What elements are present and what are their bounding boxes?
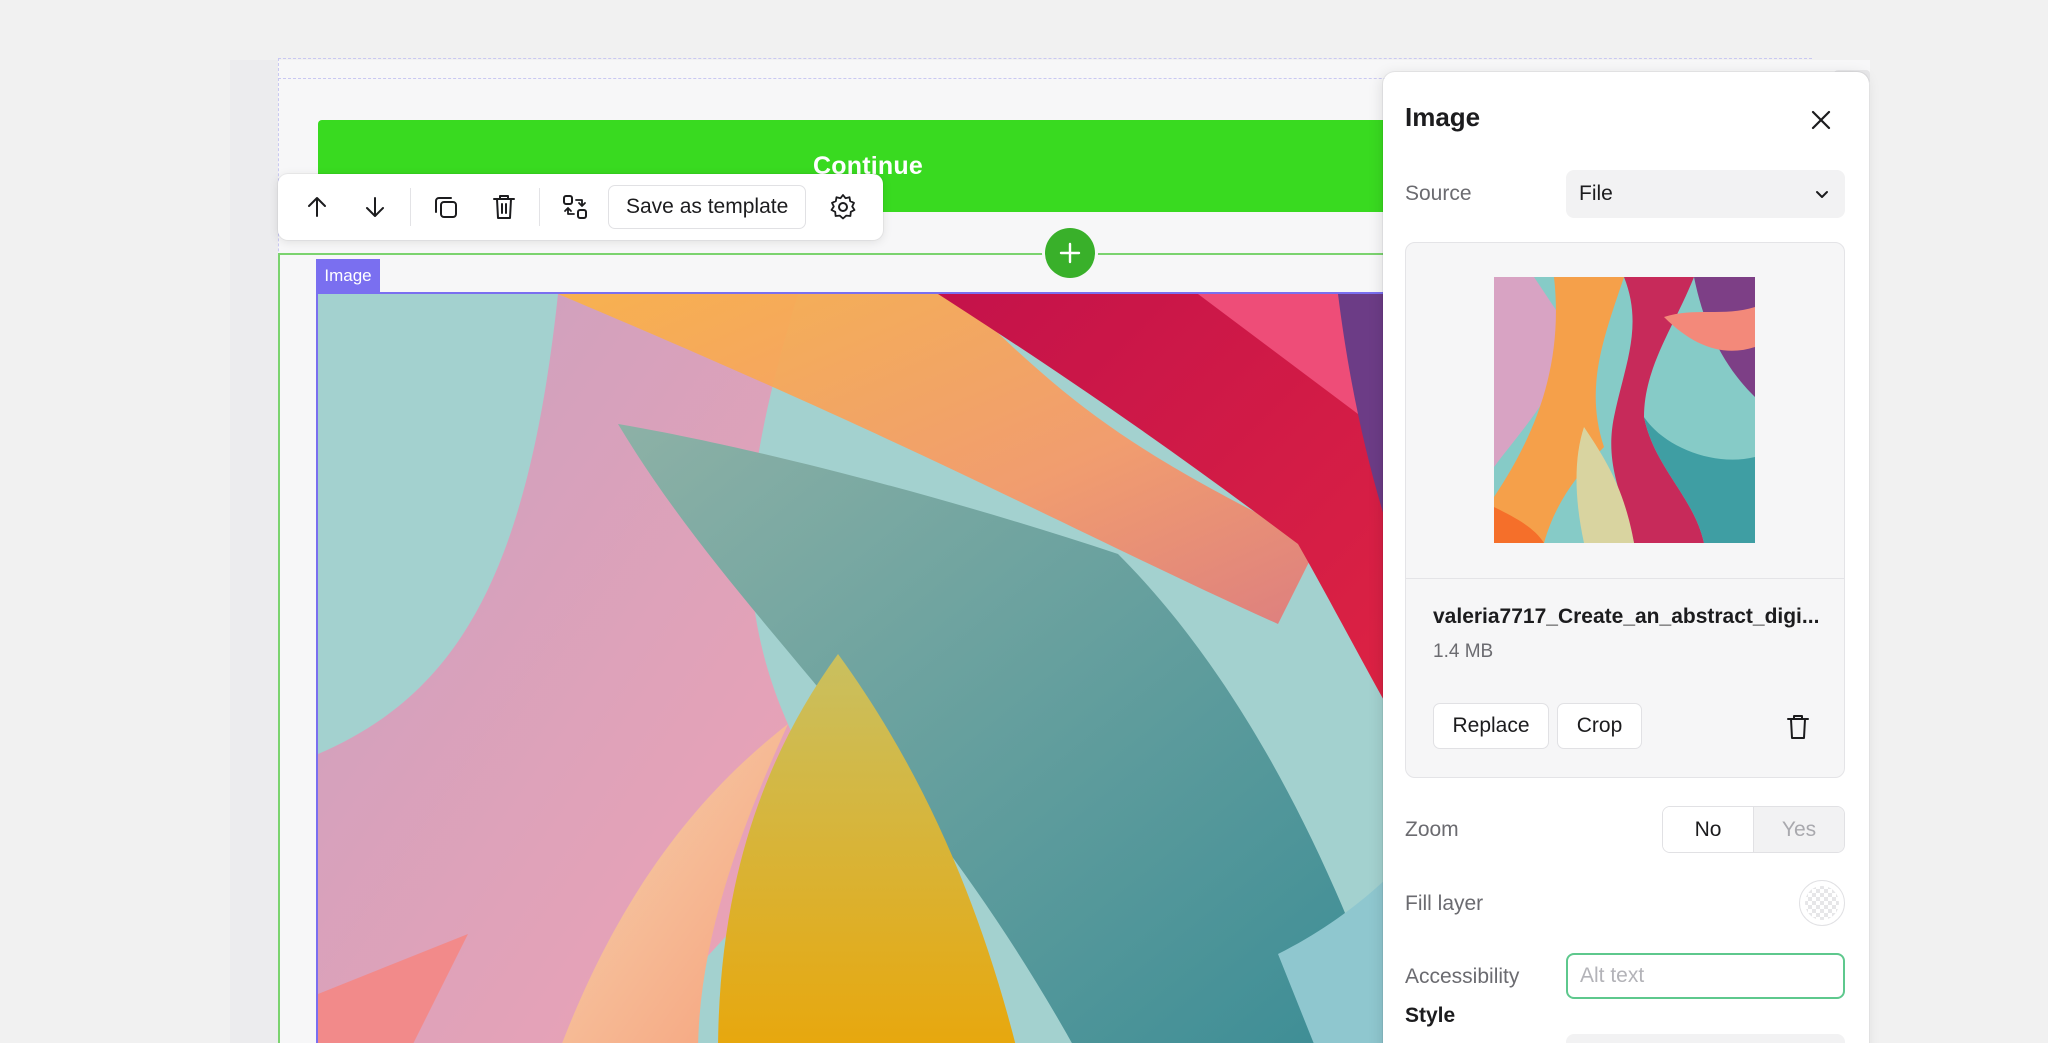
trash-icon bbox=[1787, 715, 1809, 739]
plus-icon bbox=[1059, 242, 1081, 264]
swap-icon bbox=[563, 195, 587, 219]
accessibility-label: Accessibility bbox=[1405, 965, 1520, 988]
toolbar-divider bbox=[539, 188, 540, 226]
zoom-option-yes[interactable]: Yes bbox=[1754, 807, 1844, 852]
gear-icon bbox=[830, 194, 856, 220]
arrow-up-icon bbox=[308, 197, 326, 217]
zoom-toggle: No Yes bbox=[1662, 806, 1845, 853]
fill-layer-swatch[interactable] bbox=[1799, 880, 1845, 926]
crop-button[interactable]: Crop bbox=[1557, 703, 1642, 749]
zoom-label: Zoom bbox=[1405, 818, 1459, 841]
swap-block-button[interactable] bbox=[550, 182, 600, 232]
alt-text-input[interactable] bbox=[1566, 953, 1845, 999]
file-name: valeria7717_Create_an_abstract_digi... bbox=[1433, 605, 1820, 628]
image-block-tag: Image bbox=[316, 259, 380, 293]
image-block[interactable] bbox=[316, 292, 1436, 1043]
toolbar-divider bbox=[410, 188, 411, 226]
file-size: 1.4 MB bbox=[1433, 641, 1494, 662]
remove-file-button[interactable] bbox=[1776, 705, 1820, 749]
zoom-option-no[interactable]: No bbox=[1663, 807, 1754, 852]
delete-block-button[interactable] bbox=[479, 182, 529, 232]
source-label: Source bbox=[1405, 182, 1472, 205]
duplicate-icon bbox=[435, 197, 457, 218]
source-select[interactable]: File bbox=[1566, 170, 1845, 218]
image-settings-panel: Image Source File valeria7717_Create_an_… bbox=[1383, 72, 1869, 1043]
trash-icon bbox=[493, 195, 515, 219]
duplicate-button[interactable] bbox=[421, 182, 471, 232]
fill-layer-label: Fill layer bbox=[1405, 892, 1484, 915]
chevron-down-icon bbox=[1816, 191, 1828, 198]
file-card: valeria7717_Create_an_abstract_digi... 1… bbox=[1405, 242, 1845, 778]
move-down-button[interactable] bbox=[350, 182, 400, 232]
replace-button[interactable]: Replace bbox=[1433, 703, 1549, 749]
block-settings-button[interactable] bbox=[818, 182, 868, 232]
block-toolbar: Save as template bbox=[278, 174, 883, 240]
arrow-down-icon bbox=[366, 197, 384, 217]
transparent-checker-icon bbox=[1805, 886, 1839, 920]
abstract-artwork bbox=[318, 294, 1436, 1043]
canvas-gutter bbox=[230, 60, 278, 1043]
add-block-button[interactable] bbox=[1045, 228, 1095, 278]
source-select-value: File bbox=[1579, 182, 1613, 205]
image-thumbnail bbox=[1494, 277, 1755, 543]
close-icon bbox=[1811, 110, 1831, 130]
panel-title: Image bbox=[1405, 102, 1481, 132]
save-as-template-button[interactable]: Save as template bbox=[608, 185, 807, 229]
close-panel-button[interactable] bbox=[1803, 102, 1839, 138]
move-up-button[interactable] bbox=[292, 182, 342, 232]
style-select[interactable] bbox=[1566, 1034, 1845, 1043]
style-section-label: Style bbox=[1405, 1004, 1456, 1027]
